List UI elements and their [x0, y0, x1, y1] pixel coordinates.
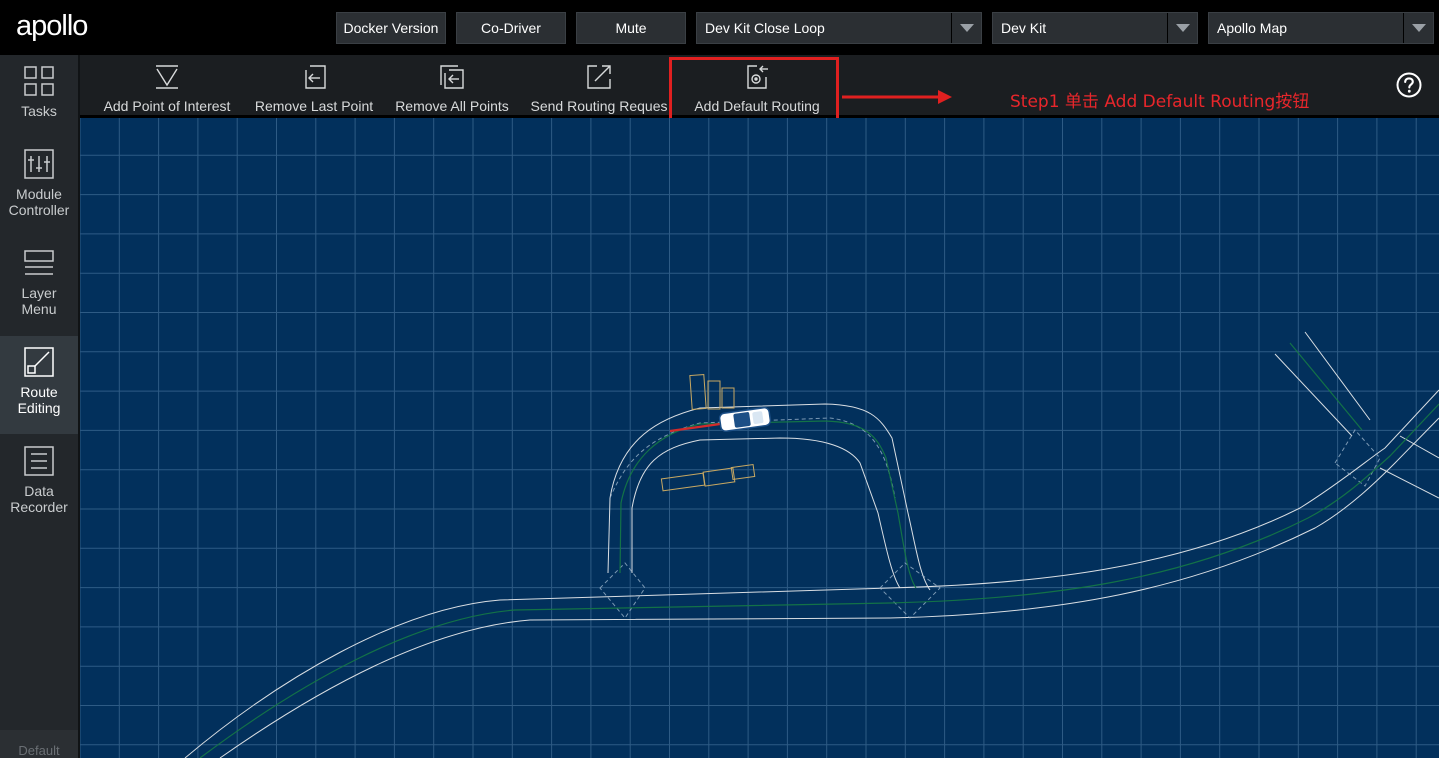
sidebar-item-label: Module Controller [8, 186, 70, 218]
vehicle-select[interactable]: Dev Kit [992, 12, 1198, 44]
docker-version-button[interactable]: Docker Version [336, 12, 446, 44]
routing-path [199, 342, 1439, 758]
sidebar-item-data-recorder[interactable]: Data Recorder [0, 435, 78, 533]
sidebar-footer: Default [0, 730, 78, 758]
co-driver-button[interactable]: Co-Driver [456, 12, 566, 44]
lane-line-upper [184, 389, 1439, 758]
map-select-value: Apollo Map [1217, 20, 1288, 36]
lane-boundaries [184, 331, 1439, 758]
sidebar-item-label: Layer Menu [21, 285, 57, 317]
sidebar-item-layer-menu[interactable]: Layer Menu [0, 237, 78, 335]
tool-label: Remove All Points [395, 98, 509, 114]
data-recorder-icon [24, 446, 54, 476]
mode-select[interactable]: Dev Kit Close Loop [696, 12, 982, 44]
route-editing-icon [24, 347, 54, 377]
mode-select-value: Dev Kit Close Loop [705, 20, 825, 36]
chevron-down-icon [951, 13, 981, 43]
annotation-text: Step1 单击 Add Default Routing按钮 [1010, 92, 1310, 112]
tool-label: Send Routing Reques [530, 98, 668, 114]
chevron-down-icon [1403, 13, 1433, 43]
vehicle-select-value: Dev Kit [1001, 20, 1047, 36]
chevron-down-icon [1167, 13, 1197, 43]
tasks-grid-icon [24, 66, 54, 96]
remove-last-point-button[interactable]: Remove Last Point [252, 63, 376, 115]
layer-menu-icon [24, 250, 54, 275]
intersection-lines [1274, 331, 1439, 499]
mute-button[interactable]: Mute [576, 12, 686, 44]
add-point-icon [156, 65, 178, 89]
top-header: apollo Docker Version Co-Driver Mute Dev… [0, 0, 1439, 55]
sidebar-item-label: Data Recorder [10, 483, 68, 515]
add-default-routing-icon [747, 65, 768, 89]
sidebar-item-label: Tasks [21, 103, 57, 119]
send-routing-request-button[interactable]: Send Routing Reques [529, 63, 669, 115]
ego-car-icon [718, 406, 772, 432]
sidebar-item-module-controller[interactable]: Module Controller [0, 138, 78, 236]
map-canvas[interactable] [80, 118, 1439, 758]
map-select[interactable]: Apollo Map [1208, 12, 1434, 44]
apollo-logo: apollo [16, 10, 88, 42]
help-icon[interactable] [1396, 72, 1422, 98]
tool-label: Add Default Routing [694, 98, 820, 114]
sidebar-item-route-editing[interactable]: Route Editing [0, 336, 78, 434]
logo-text: apollo [16, 10, 87, 42]
sidebar-item-label: Route Editing [17, 384, 61, 416]
map-grid [80, 118, 1439, 758]
module-controller-icon [24, 149, 54, 179]
tool-label: Add Point of Interest [103, 98, 231, 114]
loop-lane-outer [607, 403, 931, 591]
send-routing-icon [587, 65, 611, 89]
remove-all-points-button[interactable]: Remove All Points [393, 63, 511, 115]
add-point-of-interest-button[interactable]: Add Point of Interest [100, 63, 234, 115]
add-default-routing-button[interactable]: Add Default Routing [687, 63, 827, 115]
loop-lane-inner [631, 437, 901, 589]
remove-all-points-icon [440, 65, 464, 89]
annotation-arrow-icon [842, 90, 952, 104]
map-drawing [80, 118, 1439, 758]
remove-last-point-icon [305, 65, 326, 89]
tool-label: Remove Last Point [254, 98, 374, 114]
side-nav: Tasks Module Controller Layer Menu Route… [0, 55, 78, 758]
